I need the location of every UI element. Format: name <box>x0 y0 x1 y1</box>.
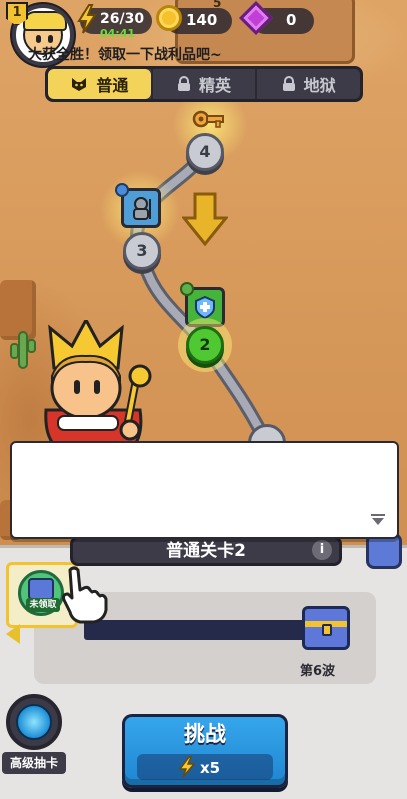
dialog-next-icon[interactable] <box>371 514 385 526</box>
reward-status-badge: 未领取 <box>26 598 60 612</box>
tab-normal[interactable]: 普通 <box>48 69 151 99</box>
cat-face-icon <box>72 78 87 91</box>
lightning-icon <box>178 756 196 778</box>
victory-dialog[interactable] <box>10 441 399 539</box>
shield-icon <box>195 295 215 319</box>
lock-icon <box>282 76 295 91</box>
wave-chest-icon[interactable] <box>302 606 350 650</box>
gear-icon <box>180 282 194 296</box>
stage-node-4[interactable]: 4 <box>186 133 224 171</box>
arrow-left-icon[interactable] <box>6 624 20 644</box>
energy-timer: 04:41 <box>100 27 136 40</box>
lightning-icon <box>77 4 97 34</box>
info-icon[interactable]: i <box>312 540 332 560</box>
arrow-down-icon <box>182 192 228 246</box>
knight-icon <box>133 197 151 220</box>
gacha-label: 高级抽卡 <box>2 752 66 774</box>
challenge-label: 挑战 <box>184 722 226 746</box>
wave-progress-track <box>84 620 310 640</box>
difficulty-tabs: 普通 精英 地狱 <box>45 66 363 102</box>
stage-node-2[interactable]: 2 <box>186 326 224 364</box>
chest-icon <box>28 578 54 600</box>
key-icon[interactable] <box>192 104 226 134</box>
energy-value: 26/30 <box>100 11 145 27</box>
dialog-text: 大获全胜！领取一下战利品吧~ <box>28 47 222 63</box>
stage-node-3[interactable]: 3 <box>123 232 161 270</box>
coin-value: 140 <box>186 11 218 29</box>
king-character <box>44 320 152 450</box>
water-drop-icon <box>115 183 129 197</box>
coin-icon <box>156 5 182 31</box>
tab-label: 地狱 <box>303 76 336 95</box>
lock-icon <box>178 76 190 91</box>
tab-label: 普通 <box>96 76 129 95</box>
tab-label: 精英 <box>199 76 232 95</box>
stage-title: 普通关卡2 <box>166 541 246 561</box>
challenge-cost-value: x5 <box>200 759 221 777</box>
wave-label: 第6波 <box>300 664 336 679</box>
tab-hell[interactable]: 地狱 <box>255 69 360 99</box>
tab-elite[interactable]: 精英 <box>150 69 256 99</box>
sign-number: 5 <box>213 0 222 10</box>
stage-title-banner: 普通关卡2 <box>70 536 342 566</box>
pointer-hand-icon <box>62 566 108 624</box>
gem-value: 0 <box>286 11 297 29</box>
